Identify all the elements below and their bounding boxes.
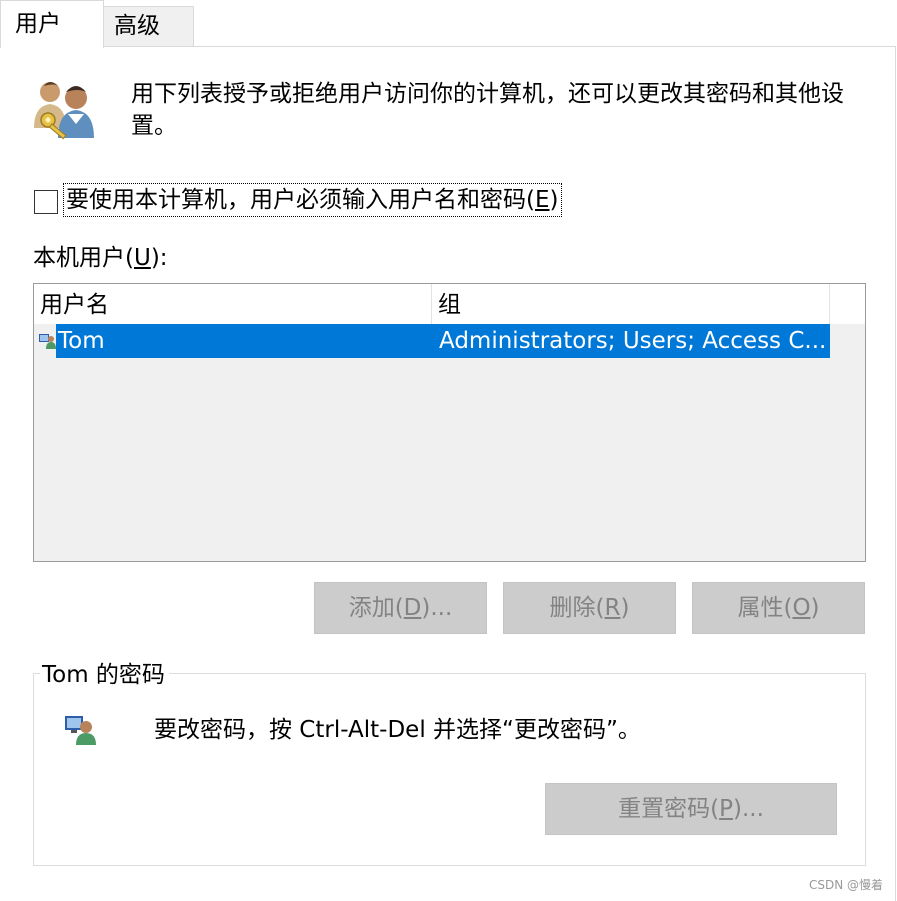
reset-password-accel: P: [719, 796, 733, 822]
list-header: 用户名 组: [34, 284, 865, 324]
column-header-group[interactable]: 组: [432, 284, 830, 324]
reset-password-button[interactable]: 重置密码(P)...: [545, 783, 837, 835]
tab-advanced[interactable]: 高级: [103, 6, 194, 46]
local-users-label-text: 本机用户(: [33, 245, 134, 271]
table-row[interactable]: Tom Administrators; Users; Access C...: [34, 324, 830, 358]
reset-password-label-end: )...: [732, 796, 764, 822]
user-password-icon: [63, 714, 97, 746]
properties-button[interactable]: 属性(O): [692, 582, 865, 634]
local-users-label: 本机用户(U):: [33, 242, 168, 274]
column-header-username[interactable]: 用户名: [34, 284, 432, 324]
password-message: 要改密码，按 Ctrl-Alt-Del 并选择“更改密码”。: [154, 717, 641, 743]
row-username-cell: Tom: [56, 324, 433, 358]
tab-strip: 用户 高级: [0, 0, 897, 48]
tab-advanced-label: 高级: [114, 13, 160, 39]
users-list[interactable]: 用户名 组 Tom Administrators; Users; Access …: [33, 283, 866, 562]
users-keys-icon: [30, 78, 100, 144]
tab-users-label: 用户: [15, 11, 61, 37]
reset-password-label: 重置密码(: [618, 796, 720, 822]
row-groups: Administrators; Users; Access C...: [439, 328, 827, 354]
add-button-label-end: )...: [421, 595, 453, 621]
require-login-accel: E: [534, 187, 550, 213]
add-button-label: 添加(: [348, 595, 404, 621]
require-login-checkbox[interactable]: [34, 190, 58, 214]
description-text: 用下列表授予或拒绝用户访问你的计算机，还可以更改其密码和其他设置。: [131, 81, 844, 139]
add-button[interactable]: 添加(D)...: [314, 582, 487, 634]
require-login-label[interactable]: 要使用本计算机，用户必须输入用户名和密码(E): [63, 183, 562, 217]
password-group: [33, 673, 866, 866]
remove-button-accel: R: [604, 595, 621, 621]
row-groups-cell: Administrators; Users; Access C...: [433, 324, 830, 358]
row-username: Tom: [58, 328, 105, 354]
require-login-label-text: 要使用本计算机，用户必须输入用户名和密码(: [66, 187, 535, 213]
column-header-username-label: 用户名: [40, 292, 109, 318]
password-group-title: Tom 的密码: [40, 659, 169, 691]
add-button-accel: D: [403, 595, 422, 621]
remove-button-label-end: ): [620, 595, 630, 621]
tab-users[interactable]: 用户: [0, 0, 104, 48]
local-users-accel: U: [133, 245, 151, 271]
properties-button-label: 属性(: [737, 595, 793, 621]
properties-button-accel: O: [792, 595, 811, 621]
remove-button[interactable]: 删除(R): [503, 582, 676, 634]
properties-button-label-end: ): [810, 595, 820, 621]
require-login-label-end: ): [549, 187, 559, 213]
local-users-label-end: ):: [150, 245, 168, 271]
column-header-group-label: 组: [438, 292, 461, 318]
remove-button-label: 删除(: [549, 595, 605, 621]
watermark: CSDN @慢着: [808, 878, 883, 892]
user-icon: [38, 332, 56, 350]
